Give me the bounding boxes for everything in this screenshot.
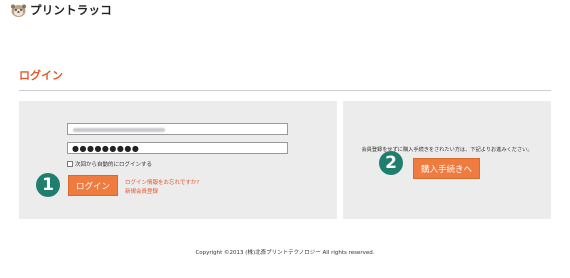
logo-text[interactable]: プリントラッコ (30, 2, 112, 18)
password-value: ●●●●●●●●● (72, 144, 140, 153)
otter-logo-icon[interactable] (10, 3, 27, 18)
guest-checkout-panel: 会員登録をせずに購入手続きをされたい方は、下記よりお進みください。 2 購入手続… (343, 101, 551, 219)
email-value-redacted (73, 128, 165, 132)
remember-me-label[interactable]: 次回から自動的にログインする (75, 160, 152, 168)
title-divider (19, 90, 551, 91)
copyright-text: Copyright ©2013 (株)北斎プリントテクノロジー All righ… (195, 250, 375, 256)
page-title: ログイン (19, 69, 63, 82)
email-field[interactable] (67, 123, 288, 135)
forgot-login-link[interactable]: ログイン情報をお忘れですか? (125, 179, 199, 188)
login-panel: ●●●●●●●●● 次回から自動的にログインする 1 ログイン ログイン情報をお… (19, 101, 337, 219)
step-marker-1: 1 (36, 173, 60, 197)
step-marker-2: 2 (379, 151, 403, 175)
guest-checkout-text: 会員登録をせずに購入手続きをされたい方は、下記よりお進みください。 (361, 147, 533, 153)
login-links: ログイン情報をお忘れですか? 新規会員登録 (125, 179, 199, 197)
site-header: プリントラッコ (10, 2, 112, 18)
remember-me-row[interactable]: 次回から自動的にログインする (67, 160, 152, 168)
purchase-button[interactable]: 購入手続きへ (413, 158, 480, 179)
register-link[interactable]: 新規会員登録 (125, 188, 199, 197)
login-button[interactable]: ログイン (68, 175, 118, 196)
remember-me-checkbox[interactable] (67, 161, 73, 167)
password-field[interactable]: ●●●●●●●●● (67, 142, 288, 154)
